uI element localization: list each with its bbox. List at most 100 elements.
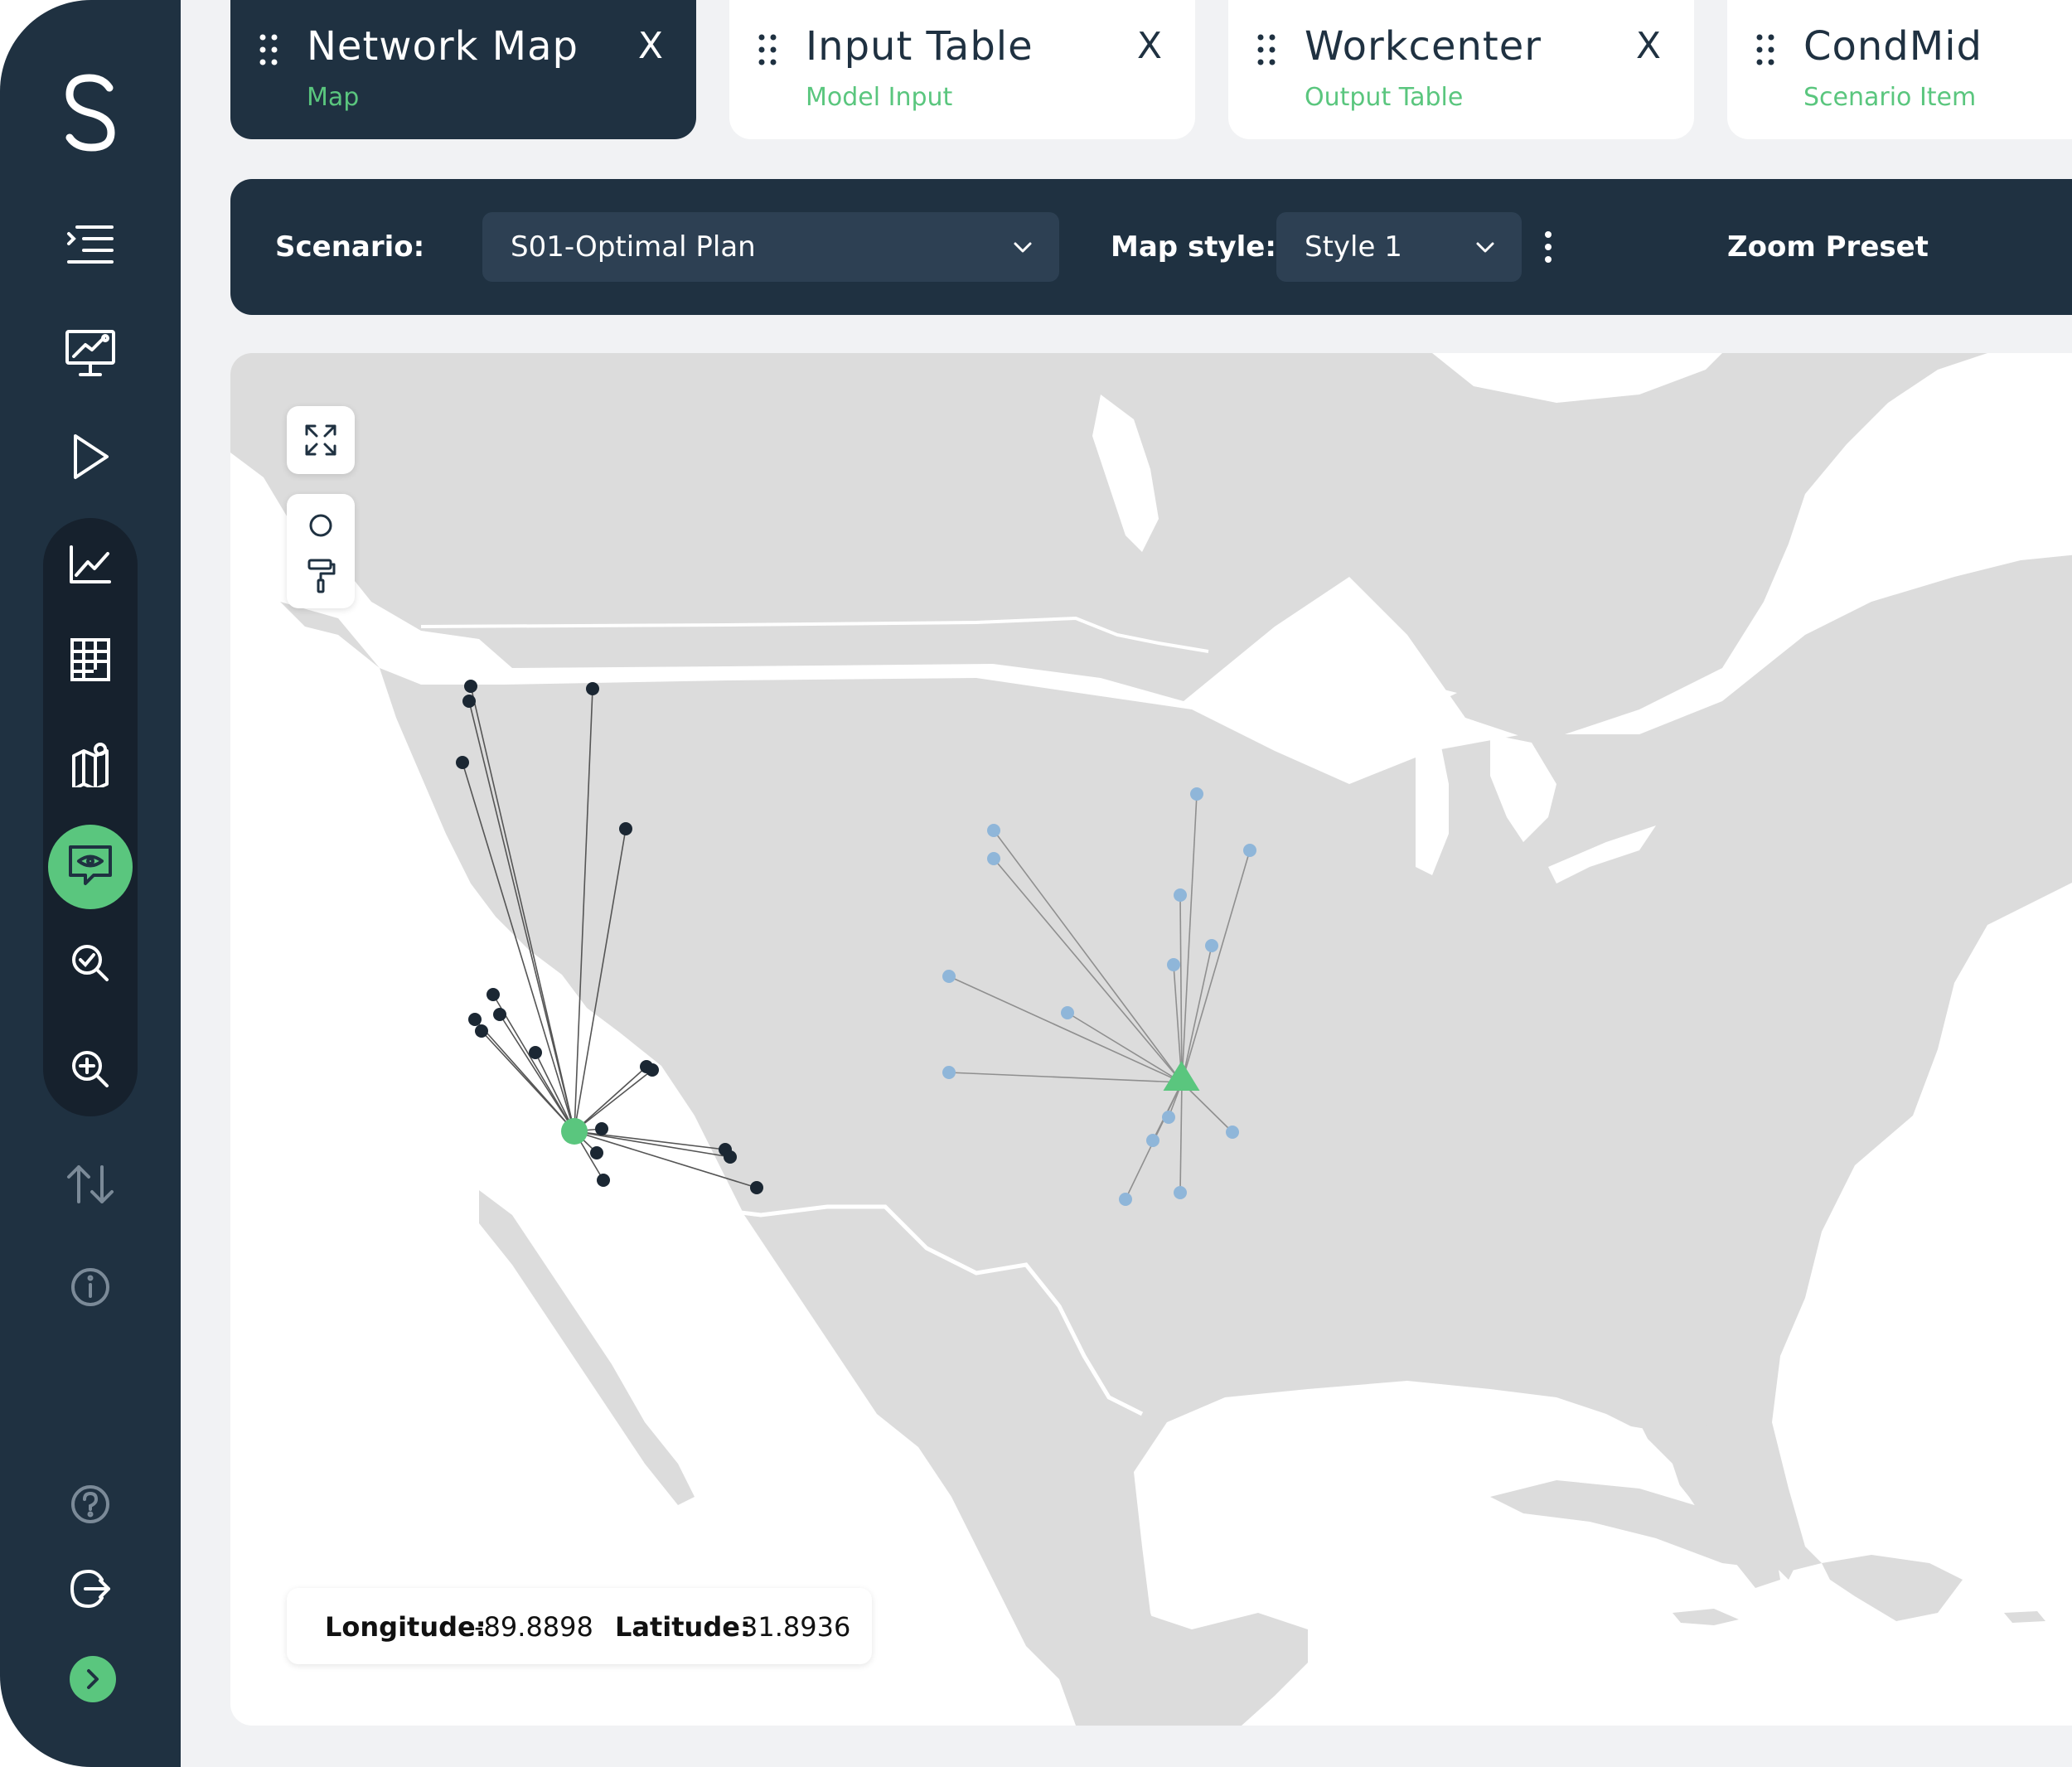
west-facility-marker[interactable] <box>561 1118 588 1145</box>
sidebar-analysis-group <box>43 518 138 1116</box>
map-style-select-value: Style 1 <box>1305 230 1402 264</box>
latitude-label: Latitude: <box>615 1611 751 1643</box>
customer-marker[interactable] <box>1243 844 1256 857</box>
logo-icon[interactable] <box>0 73 181 152</box>
tab-condmid[interactable]: CondMid Scenario Item <box>1727 0 2072 139</box>
chevron-down-icon <box>1014 242 1032 253</box>
chevron-down-icon <box>1476 242 1494 253</box>
network-link <box>574 1066 647 1132</box>
customer-marker[interactable] <box>1167 958 1180 971</box>
tab-network-map[interactable]: Network Map Map X <box>230 0 696 139</box>
chevron-right-icon <box>87 1669 99 1689</box>
customer-marker[interactable] <box>1190 787 1203 801</box>
help-icon[interactable] <box>0 1484 181 1525</box>
tab-close-button[interactable]: X <box>1636 25 1661 67</box>
scenario-label: Scenario: <box>275 230 425 264</box>
network-link <box>481 1030 575 1132</box>
network-map[interactable]: Longitude: -89.8898 Latitude: 31.8936 <box>230 353 2072 1726</box>
customer-marker[interactable] <box>1205 939 1218 952</box>
search-check-icon[interactable] <box>0 942 181 985</box>
land-central-america <box>1126 1613 1308 1726</box>
customer-marker[interactable] <box>1061 1006 1074 1019</box>
info-icon[interactable] <box>0 1266 181 1308</box>
customer-marker[interactable] <box>1146 1134 1159 1147</box>
longitude-value: -89.8898 <box>474 1611 593 1643</box>
tab-subtitle: Map <box>307 83 360 112</box>
customer-marker[interactable] <box>475 1024 488 1038</box>
lake-superior <box>1308 676 1457 718</box>
customer-marker[interactable] <box>942 970 956 983</box>
customer-marker[interactable] <box>1174 1186 1187 1199</box>
customer-marker[interactable] <box>724 1150 737 1164</box>
land-baja <box>479 1190 695 1505</box>
sort-arrows-icon[interactable] <box>0 1164 181 1205</box>
customer-marker[interactable] <box>529 1046 542 1059</box>
network-link <box>574 1069 653 1132</box>
map-style-label: Map style: <box>1111 230 1276 264</box>
scenario-select[interactable]: S01-Optimal Plan <box>482 212 1059 282</box>
view-monitor-icon[interactable] <box>0 844 181 890</box>
customer-marker[interactable] <box>493 1008 506 1021</box>
customer-marker[interactable] <box>1174 888 1187 902</box>
customer-marker[interactable] <box>595 1122 608 1135</box>
drag-handle-icon[interactable] <box>259 33 278 66</box>
customer-marker[interactable] <box>468 1013 482 1026</box>
tab-input-table[interactable]: Input Table Model Input X <box>729 0 1195 139</box>
zoom-preset-label[interactable]: Zoom Preset <box>1727 230 1929 264</box>
gulf-of-california <box>496 1182 744 1489</box>
customer-marker[interactable] <box>487 988 500 1001</box>
customer-marker[interactable] <box>942 1066 956 1079</box>
customer-marker[interactable] <box>646 1063 659 1077</box>
tab-title: Input Table <box>806 23 1034 70</box>
network-link <box>499 1014 575 1132</box>
play-icon[interactable] <box>0 433 181 481</box>
customer-marker[interactable] <box>464 680 477 693</box>
tab-title: Workcenter <box>1305 23 1542 70</box>
presentation-chart-icon[interactable] <box>0 328 181 378</box>
map-toolbar: Scenario: ? S01-Optimal Plan Map style: … <box>230 179 2072 315</box>
customer-marker[interactable] <box>590 1146 603 1159</box>
customer-marker[interactable] <box>586 682 599 695</box>
drag-handle-icon[interactable] <box>1755 33 1775 66</box>
sidebar <box>0 0 181 1767</box>
customer-marker[interactable] <box>619 822 632 835</box>
map-pin-icon[interactable] <box>0 739 181 787</box>
expand-sidebar-button[interactable] <box>70 1656 116 1702</box>
more-options-icon[interactable] <box>1543 230 1553 264</box>
drag-handle-icon[interactable] <box>758 33 777 66</box>
land-hispaniola <box>1822 1555 1963 1621</box>
table-edit-icon[interactable] <box>0 637 181 683</box>
tab-workcenter[interactable]: Workcenter Output Table X <box>1228 0 1694 139</box>
tab-subtitle: Scenario Item <box>1803 83 1977 112</box>
map-canvas <box>230 353 2072 1726</box>
app-frame: Network Map Map X Input Table Model Inpu… <box>0 0 2072 1767</box>
customer-marker[interactable] <box>1119 1193 1132 1206</box>
customer-marker[interactable] <box>597 1174 610 1187</box>
paint-roller-icon[interactable] <box>307 559 336 593</box>
customer-marker[interactable] <box>462 695 476 708</box>
land-puerto-rico <box>2004 1611 2045 1623</box>
customer-marker[interactable] <box>1226 1126 1239 1139</box>
menu-list-icon[interactable] <box>0 224 181 270</box>
circle-select-icon[interactable] <box>309 514 332 537</box>
expand-icon <box>305 424 336 456</box>
tab-subtitle: Model Input <box>806 83 953 112</box>
customer-marker[interactable] <box>987 824 1000 837</box>
drag-handle-icon[interactable] <box>1256 33 1276 66</box>
customer-marker[interactable] <box>987 852 1000 865</box>
tab-close-button[interactable]: X <box>638 25 663 67</box>
fullscreen-button[interactable] <box>287 406 355 474</box>
customer-marker[interactable] <box>1162 1111 1175 1124</box>
logout-icon[interactable] <box>0 1568 181 1610</box>
line-chart-icon[interactable] <box>0 544 181 585</box>
longitude-label: Longitude: <box>325 1611 487 1643</box>
tab-subtitle: Output Table <box>1305 83 1464 112</box>
customer-marker[interactable] <box>456 756 469 769</box>
map-style-select[interactable]: Style 1 <box>1276 212 1522 282</box>
tab-close-button[interactable]: X <box>1137 25 1162 67</box>
customer-marker[interactable] <box>750 1181 763 1194</box>
scenario-select-value: S01-Optimal Plan <box>511 230 756 264</box>
search-plus-icon[interactable] <box>0 1048 181 1091</box>
draw-tools <box>287 494 355 608</box>
latitude-value: 31.8936 <box>741 1611 851 1643</box>
